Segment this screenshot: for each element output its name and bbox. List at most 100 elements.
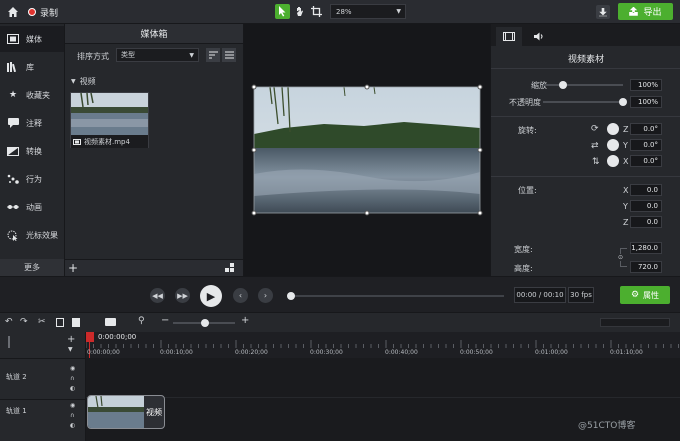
eye-icon[interactable]: ◉	[70, 365, 75, 372]
mute-icon[interactable]: ◐	[70, 385, 75, 392]
tick-label: 0:00:50;00	[460, 349, 493, 356]
width-input[interactable]: 1,280.0	[630, 242, 662, 254]
sidebar-item-library[interactable]: 库	[0, 54, 64, 80]
transition-icon	[7, 146, 19, 156]
crop-tool-icon[interactable]	[309, 4, 324, 19]
timeline-zoom-slider[interactable]	[173, 319, 235, 327]
track-header[interactable]: 轨道 2 ◉ ∩ ◐	[0, 359, 85, 399]
lock-icon[interactable]: ⊙	[618, 254, 624, 261]
width-label: 宽度:	[514, 245, 533, 254]
more-button[interactable]: 更多	[0, 259, 64, 276]
track-label: 轨道 1	[6, 407, 27, 415]
playhead-marker[interactable]	[86, 332, 94, 342]
view-toggle-icon[interactable]	[222, 48, 236, 62]
sidebar-item-cursor-effects[interactable]: 光标效果	[0, 222, 64, 248]
sidebar-item-transitions[interactable]: 转换	[0, 138, 64, 164]
sidebar-item-behaviors[interactable]: 行为	[0, 166, 64, 192]
star-icon: ★	[8, 90, 18, 100]
previous-marker-icon[interactable]: ‹	[233, 288, 248, 303]
mute-icon[interactable]: ◐	[70, 422, 75, 429]
slider-handle[interactable]	[619, 98, 627, 106]
zoom-out-icon[interactable]: −	[161, 315, 169, 326]
record-button[interactable]: 录制	[28, 5, 58, 19]
sidebar-item-animations[interactable]: 动画	[0, 194, 64, 220]
marker-icon	[8, 336, 10, 348]
rotation-z-input[interactable]: 0.0°	[630, 123, 662, 135]
zoom-icon: ⚲	[138, 316, 145, 326]
redo-icon[interactable]: ↷	[20, 317, 28, 327]
sidebar-item-label: 媒体	[26, 34, 42, 44]
opacity-input[interactable]: 100%	[630, 96, 662, 108]
paste-icon[interactable]	[72, 318, 80, 327]
position-z-input[interactable]: 0.0	[630, 216, 662, 228]
position-y-input[interactable]: 0.0	[630, 200, 662, 212]
pos-z-axis-label: Z	[623, 218, 629, 227]
height-input[interactable]: 720.0	[630, 261, 662, 273]
copy-icon[interactable]	[56, 318, 64, 327]
export-label: 导出	[643, 8, 662, 18]
rotation-y-input[interactable]: 0.0°	[630, 139, 662, 151]
eye-icon[interactable]: ◉	[70, 402, 75, 409]
opacity-slider[interactable]	[543, 98, 627, 106]
zoom-select[interactable]: 28% ▼	[330, 4, 406, 19]
position-x-input[interactable]: 0.0	[630, 184, 662, 196]
select-tool-icon[interactable]	[275, 4, 290, 19]
next-marker-icon[interactable]: ›	[258, 288, 273, 303]
lock-icon[interactable]: ∩	[70, 375, 74, 382]
rotation-y-dial[interactable]	[607, 139, 619, 151]
rotation-x-dial[interactable]	[607, 155, 619, 167]
add-icon[interactable]: +	[68, 261, 78, 275]
film-icon	[7, 34, 19, 44]
watermark-text: @51CTO博客	[578, 421, 636, 431]
previous-frame-icon[interactable]: ◀◀	[150, 288, 165, 303]
timeline-ruler[interactable]: 0:00:00;00 0:00:00;00 0:00:10;00 0:00:20…	[86, 332, 680, 358]
play-button[interactable]: ▶	[200, 285, 222, 307]
preview-canvas[interactable]	[244, 24, 490, 276]
track-label: 轨道 2	[6, 373, 27, 381]
scale-slider[interactable]	[543, 81, 623, 89]
export-button[interactable]: 导出	[618, 3, 673, 20]
step-forward-icon[interactable]: ▶▶	[175, 288, 190, 303]
download-icon[interactable]	[596, 5, 610, 19]
camera-icon[interactable]	[105, 318, 116, 326]
sidebar-item-favorites[interactable]: ★ 收藏夹	[0, 82, 64, 108]
sidebar-item-media[interactable]: 媒体	[0, 26, 64, 52]
tab-audio-properties[interactable]	[526, 27, 552, 46]
track-lane[interactable]	[86, 358, 680, 398]
cursor-effect-icon	[7, 230, 19, 241]
rotation-x-input[interactable]: 0.0°	[630, 155, 662, 167]
timeline-scroll[interactable]	[600, 318, 670, 327]
rotate-y-icon: ⇄	[591, 141, 599, 151]
home-icon[interactable]	[5, 4, 21, 20]
video-clip[interactable]: 视频	[87, 395, 165, 429]
undo-icon[interactable]: ↶	[5, 317, 13, 327]
scrubber-handle[interactable]	[287, 292, 295, 300]
scrubber-track[interactable]	[287, 292, 504, 300]
sidebar-item-label: 收藏夹	[26, 90, 50, 100]
properties-button[interactable]: ⚙ 属性	[620, 286, 670, 304]
video-group-header[interactable]: ▼ 视频	[71, 76, 96, 87]
opacity-label: 不透明度	[509, 98, 541, 107]
rotation-z-dial[interactable]	[607, 123, 619, 135]
slider-handle[interactable]	[201, 319, 209, 327]
zoom-in-icon[interactable]: +	[241, 315, 249, 326]
props-title: 视频素材	[567, 54, 604, 65]
add-track-icon[interactable]: +	[67, 334, 75, 345]
pos-y-axis-label: Y	[623, 202, 628, 211]
cut-icon[interactable]: ✂	[38, 317, 46, 327]
lock-icon[interactable]: ∩	[70, 412, 74, 419]
tab-visual-properties[interactable]	[496, 27, 522, 46]
props-title-bar: 视频素材	[491, 50, 680, 66]
tick-label: 0:00:20;00	[235, 349, 268, 356]
scale-input[interactable]: 100%	[630, 79, 662, 91]
media-item[interactable]: 视频素材.mp4	[70, 92, 149, 148]
properties-button-label: 属性	[643, 290, 660, 300]
sort-select[interactable]: 类型 ▼	[116, 48, 199, 62]
sidebar-item-annotations[interactable]: 注释	[0, 110, 64, 136]
grid-view-icon[interactable]	[225, 263, 236, 276]
slider-handle[interactable]	[559, 81, 567, 89]
pan-tool-icon[interactable]	[292, 4, 307, 19]
track-header[interactable]: 轨道 1 ◉ ∩ ◐	[0, 400, 85, 440]
sort-order-icon[interactable]	[206, 48, 220, 62]
chevron-down-icon[interactable]: ▼	[68, 346, 73, 353]
